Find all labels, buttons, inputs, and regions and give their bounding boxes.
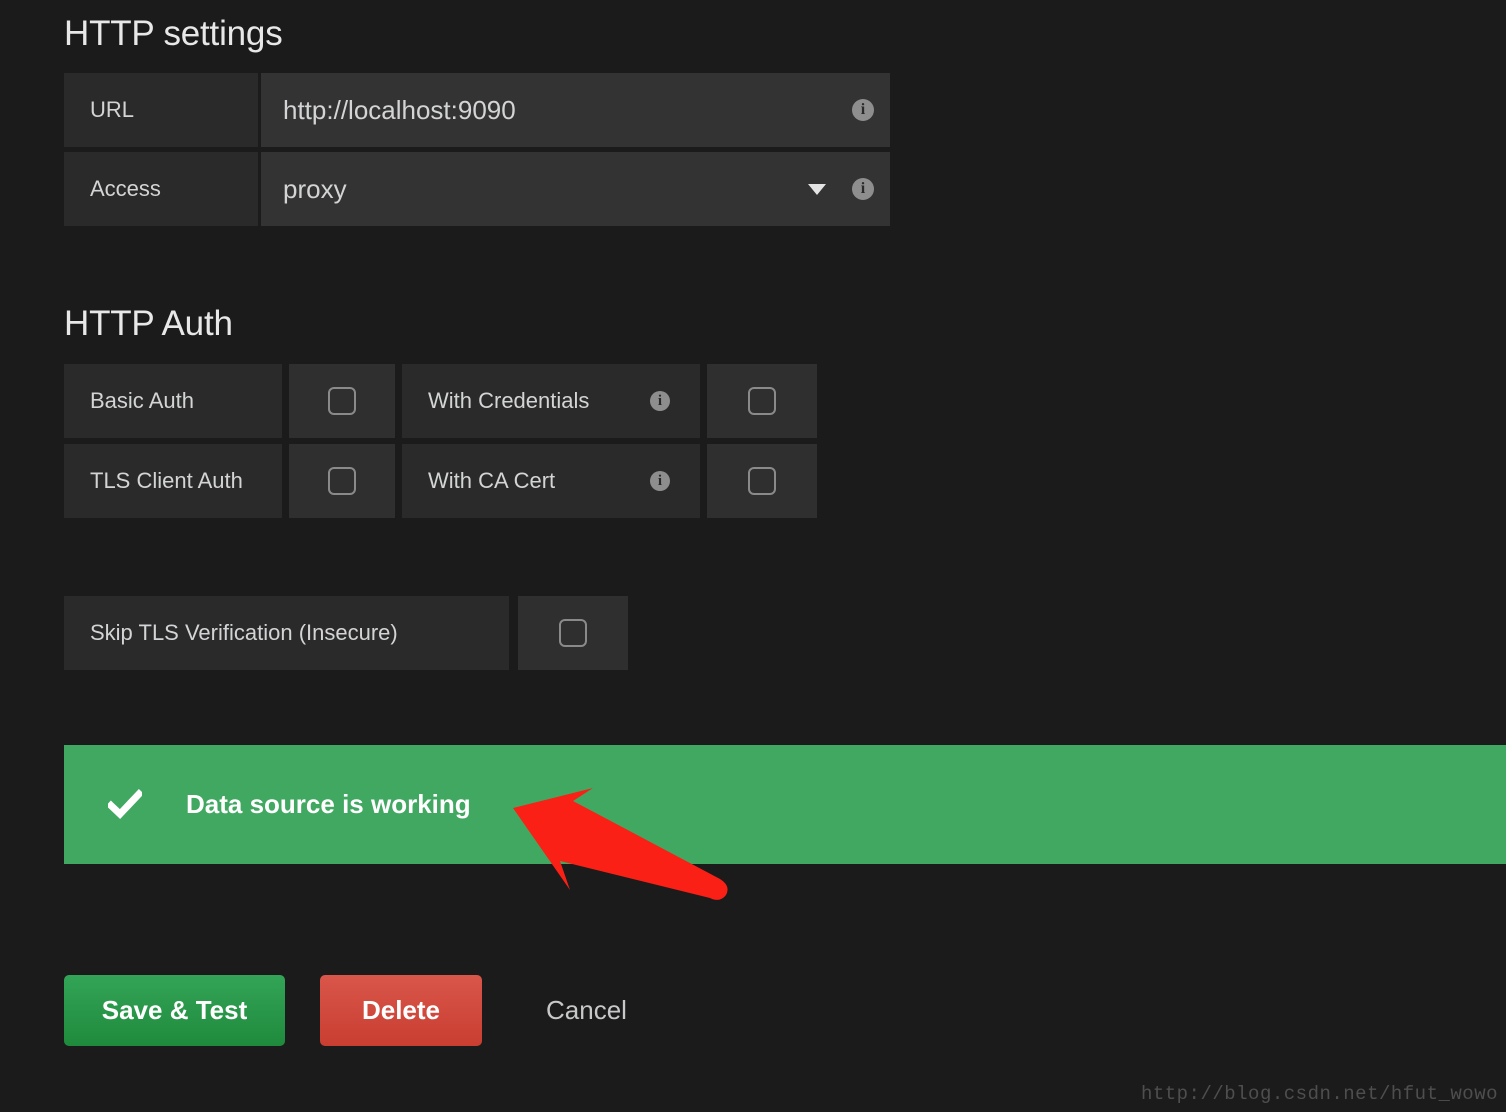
check-icon (108, 788, 142, 822)
skip-tls-label: Skip TLS Verification (Insecure) (64, 596, 509, 670)
auth-row-tls: TLS Client Auth With CA Cert i (64, 444, 817, 518)
url-field-row: URL http://localhost:9090 i (64, 73, 890, 147)
http-settings-heading: HTTP settings (64, 14, 283, 53)
skip-tls-checkbox[interactable] (518, 596, 628, 670)
status-banner-text: Data source is working (186, 789, 471, 819)
with-credentials-label: With Credentials (428, 388, 590, 413)
skip-tls-row: Skip TLS Verification (Insecure) (64, 596, 628, 670)
url-input-value: http://localhost:9090 (283, 94, 516, 125)
watermark-text: http://blog.csdn.net/hfut_wowo (1140, 1083, 1498, 1105)
access-field-row: Access proxy i (64, 152, 890, 226)
with-credentials-label-cell: With Credentials i (402, 364, 700, 438)
checkbox-icon (748, 387, 776, 415)
http-auth-heading: HTTP Auth (64, 304, 233, 343)
access-select[interactable]: proxy i (261, 152, 890, 226)
checkbox-icon (328, 467, 356, 495)
tls-client-auth-checkbox[interactable] (289, 444, 395, 518)
checkbox-icon (748, 467, 776, 495)
checkbox-icon (328, 387, 356, 415)
with-credentials-checkbox[interactable] (707, 364, 817, 438)
with-ca-cert-info-icon[interactable]: i (650, 471, 670, 491)
basic-auth-checkbox[interactable] (289, 364, 395, 438)
access-select-value: proxy (283, 173, 347, 204)
delete-button[interactable]: Delete (320, 975, 482, 1046)
save-test-button[interactable]: Save & Test (64, 975, 285, 1046)
datasource-settings-page: HTTP settings URL http://localhost:9090 … (0, 0, 1506, 1112)
tls-client-auth-label: TLS Client Auth (64, 444, 282, 518)
url-info-icon[interactable]: i (852, 99, 874, 121)
basic-auth-label: Basic Auth (64, 364, 282, 438)
with-ca-cert-label: With CA Cert (428, 468, 556, 493)
with-ca-cert-checkbox[interactable] (707, 444, 817, 518)
with-ca-cert-label-cell: With CA Cert i (402, 444, 700, 518)
url-input[interactable]: http://localhost:9090 i (261, 73, 890, 147)
url-field-label: URL (64, 73, 258, 147)
with-credentials-info-icon[interactable]: i (650, 391, 670, 411)
status-banner-success: Data source is working (64, 745, 1506, 864)
action-bar: Save & Test Delete Cancel (64, 975, 627, 1046)
auth-row-basic: Basic Auth With Credentials i (64, 364, 817, 438)
access-field-label: Access (64, 152, 258, 226)
chevron-down-icon[interactable] (808, 183, 826, 195)
access-info-icon[interactable]: i (852, 178, 874, 200)
cancel-button[interactable]: Cancel (546, 975, 627, 1046)
checkbox-icon (559, 619, 587, 647)
